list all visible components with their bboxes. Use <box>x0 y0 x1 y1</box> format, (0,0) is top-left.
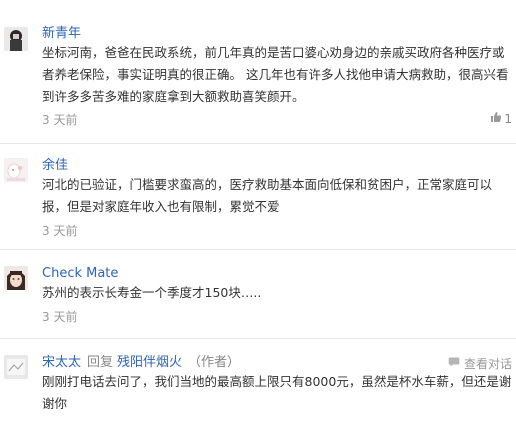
comment-time: 3 天前 <box>42 224 78 238</box>
author-tag: （作者） <box>188 355 241 370</box>
view-conversation-button[interactable]: 查看对话 <box>448 355 512 372</box>
like-count: 1 <box>504 111 512 126</box>
comment-time: 3 天前 <box>42 113 78 127</box>
reply-target-name[interactable]: 残阳伴烟火 <box>117 355 182 370</box>
reply-label: 回复 <box>87 355 114 370</box>
comment-item: 宋太太 回复 残阳伴烟火 （作者） 查看对话 刚刚打电话去问了，我们当地的最高额上限只… <box>0 339 516 424</box>
comment-time: 3 天前 <box>42 310 78 324</box>
comment-header: 新青年 <box>42 26 81 42</box>
comment-text: 苏州的表示长寿金一个季度才150块….. <box>42 285 262 300</box>
comment-item: 余佳 河北的已验证，门槛要求蛮高的，医疗救助基本面向低保和贫困户，正常家庭可以报… <box>0 144 516 250</box>
comment-header: Check Mate <box>42 266 118 282</box>
comment-item: 新青年 坐标河南，爸爸在民政系统，前几年真的是苦口婆心劝身边的亲戚买政府各种医疗… <box>0 0 516 144</box>
avatar[interactable] <box>4 355 28 379</box>
thumbs-up-icon <box>490 111 502 126</box>
comment-item: Check Mate 苏州的表示长寿金一个季度才150块….. 3 天前 <box>0 250 516 339</box>
commenter-name[interactable]: 新青年 <box>42 26 81 41</box>
avatar[interactable] <box>4 158 28 182</box>
comment-text: 坐标河南，爸爸在民政系统，前几年真的是苦口婆心劝身边的亲戚买政府各种医疗或者养老… <box>42 45 509 104</box>
like-button[interactable]: 1 <box>490 111 512 126</box>
speech-bubble-icon <box>448 356 460 371</box>
comment-text: 刚刚打电话去问了，我们当地的最高额上限只有8000元，虽然是杯水车薪，但还是谢谢… <box>42 374 512 411</box>
view-conversation-label: 查看对话 <box>463 357 512 371</box>
commenter-name[interactable]: Check Mate <box>42 266 118 281</box>
commenter-name[interactable]: 宋太太 <box>42 355 81 370</box>
comment-header: 宋太太 回复 残阳伴烟火 （作者） <box>42 355 240 371</box>
comment-header: 余佳 <box>42 158 68 174</box>
avatar[interactable] <box>4 27 28 51</box>
commenter-name[interactable]: 余佳 <box>42 158 68 173</box>
avatar[interactable] <box>4 266 28 290</box>
comment-text: 河北的已验证，门槛要求蛮高的，医疗救助基本面向低保和贫困户，正常家庭可以报，但是… <box>42 177 493 214</box>
